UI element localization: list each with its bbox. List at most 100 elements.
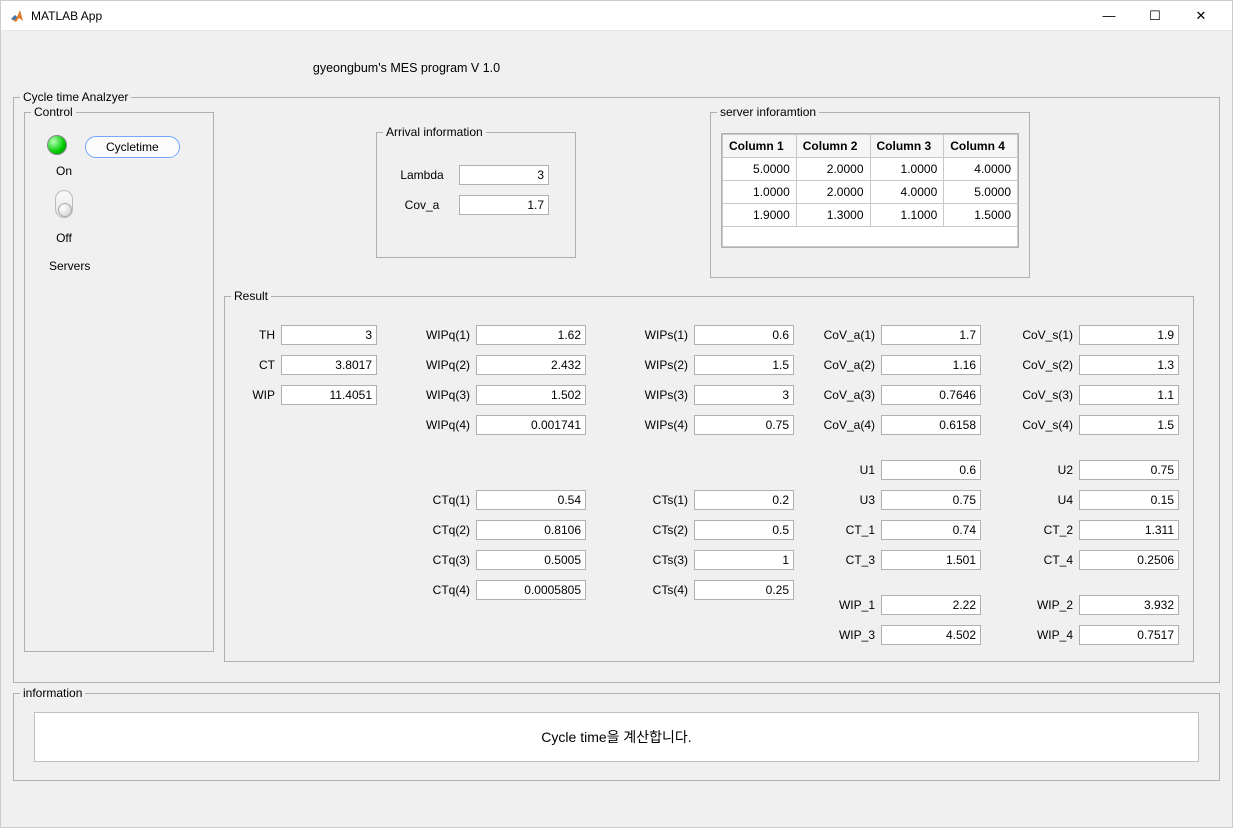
result-value[interactable]: 1.311 <box>1079 520 1179 540</box>
result-label: WIP <box>245 388 275 402</box>
result-field-wip1: WIP_12.22 <box>815 595 981 615</box>
result-label: U4 <box>1013 493 1073 507</box>
result-label: CT_4 <box>1013 553 1073 567</box>
on-label: On <box>47 164 81 178</box>
result-value[interactable]: 3 <box>281 325 377 345</box>
result-label: CT_2 <box>1013 523 1073 537</box>
lambda-input[interactable] <box>459 165 549 185</box>
table-row <box>723 227 1018 247</box>
cova-label: Cov_a <box>393 198 451 212</box>
result-value[interactable]: 1.9 <box>1079 325 1179 345</box>
result-label: WIP_4 <box>1013 628 1073 642</box>
result-value[interactable]: 0.75 <box>694 415 794 435</box>
result-value[interactable]: 2.22 <box>881 595 981 615</box>
result-value[interactable]: 1.1 <box>1079 385 1179 405</box>
result-field-ctq1: CTq(1)0.54 <box>415 490 586 510</box>
result-label: CT_3 <box>815 553 875 567</box>
result-field-u4: U4 0.15 <box>1013 490 1179 510</box>
result-value[interactable]: 1 <box>694 550 794 570</box>
result-value[interactable]: 0.8106 <box>476 520 586 540</box>
result-value[interactable]: 3.8017 <box>281 355 377 375</box>
result-value[interactable]: 0.6158 <box>881 415 981 435</box>
off-label: Off <box>47 231 81 245</box>
col-header[interactable]: Column 3 <box>870 135 944 158</box>
result-field-ctq3: CTq(3) 0.5005 <box>415 550 586 570</box>
close-button[interactable]: ✕ <box>1178 1 1224 31</box>
result-value[interactable]: 0.001741 <box>476 415 586 435</box>
result-value[interactable]: 1.3 <box>1079 355 1179 375</box>
result-value[interactable]: 1.501 <box>881 550 981 570</box>
result-value[interactable]: 0.2506 <box>1079 550 1179 570</box>
result-label: U1 <box>815 463 875 477</box>
result-field-wipq3: WIPq(3)1.502 <box>415 385 586 405</box>
result-value[interactable]: 1.7 <box>881 325 981 345</box>
result-value[interactable]: 0.15 <box>1079 490 1179 510</box>
result-value[interactable]: 0.25 <box>694 580 794 600</box>
col-header[interactable]: Column 2 <box>796 135 870 158</box>
result-field-ct: CT 3.8017 <box>245 355 377 375</box>
result-value[interactable]: 0.75 <box>1079 460 1179 480</box>
result-label: CTq(4) <box>415 583 470 597</box>
arrival-legend: Arrival information <box>383 125 486 139</box>
minimize-button[interactable]: — <box>1086 1 1132 31</box>
result-label: CT_1 <box>815 523 875 537</box>
result-value[interactable]: 0.7517 <box>1079 625 1179 645</box>
result-label: CoV_a(4) <box>815 418 875 432</box>
result-field-u2: U20.75 <box>1013 460 1179 480</box>
server-table[interactable]: Column 1 Column 2 Column 3 Column 4 5.00… <box>722 134 1018 247</box>
result-label: CTs(1) <box>633 493 688 507</box>
result-label: CoV_a(2) <box>815 358 875 372</box>
result-field-ct3: CT_3 1.501 <box>815 550 981 570</box>
cova-input[interactable] <box>459 195 549 215</box>
result-field-wips4: WIPs(4)0.75 <box>633 415 794 435</box>
result-value[interactable]: 0.6 <box>881 460 981 480</box>
result-value[interactable]: 0.7646 <box>881 385 981 405</box>
cycletime-button[interactable]: Cycletime <box>85 136 180 158</box>
result-label: CoV_s(4) <box>1013 418 1073 432</box>
result-label: CTs(4) <box>633 583 688 597</box>
result-value[interactable]: 11.4051 <box>281 385 377 405</box>
result-value[interactable]: 2.432 <box>476 355 586 375</box>
control-group: Control Cycletime On Off <box>24 112 214 652</box>
result-value[interactable]: 0.0005805 <box>476 580 586 600</box>
result-field-ct1: CT_1 0.74 <box>815 520 981 540</box>
table-row: 1.0000 2.0000 4.0000 5.0000 <box>723 181 1018 204</box>
result-value[interactable]: 1.5 <box>694 355 794 375</box>
table-row: 1.9000 1.3000 1.1000 1.5000 <box>723 204 1018 227</box>
result-value[interactable]: 0.54 <box>476 490 586 510</box>
result-label: CT <box>245 358 275 372</box>
result-label: WIPs(1) <box>633 328 688 342</box>
result-value[interactable]: 3.932 <box>1079 595 1179 615</box>
result-value[interactable]: 0.2 <box>694 490 794 510</box>
result-value[interactable]: 1.62 <box>476 325 586 345</box>
result-label: WIPq(1) <box>415 328 470 342</box>
result-value[interactable]: 4.502 <box>881 625 981 645</box>
result-value[interactable]: 1.5 <box>1079 415 1179 435</box>
result-value[interactable]: 0.5 <box>694 520 794 540</box>
result-label: WIP_2 <box>1013 598 1073 612</box>
result-value[interactable]: 0.6 <box>694 325 794 345</box>
result-label: CoV_a(1) <box>815 328 875 342</box>
result-value[interactable]: 0.75 <box>881 490 981 510</box>
maximize-button[interactable]: ☐ <box>1132 1 1178 31</box>
content-area: gyeongbum's MES program V 1.0 Cycle time… <box>1 31 1232 803</box>
result-value[interactable]: 1.16 <box>881 355 981 375</box>
col-header[interactable]: Column 4 <box>944 135 1018 158</box>
result-label: CTq(3) <box>415 553 470 567</box>
result-field-cova2: CoV_a(2) 1.16 <box>815 355 981 375</box>
result-value[interactable]: 1.502 <box>476 385 586 405</box>
toggle-switch[interactable] <box>55 190 73 218</box>
result-value[interactable]: 0.5005 <box>476 550 586 570</box>
result-field-cts3: CTs(3)1 <box>633 550 794 570</box>
result-value[interactable]: 3 <box>694 385 794 405</box>
lambda-label: Lambda <box>393 168 451 182</box>
result-value[interactable]: 0.74 <box>881 520 981 540</box>
result-field-u1: U1 0.6 <box>815 460 981 480</box>
result-label: WIPs(3) <box>633 388 688 402</box>
result-field-wipq2: WIPq(2) 2.432 <box>415 355 586 375</box>
col-header[interactable]: Column 1 <box>723 135 797 158</box>
information-group: information Cycle time을 계산합니다. <box>13 693 1220 781</box>
result-label: WIPq(2) <box>415 358 470 372</box>
arrival-group: Arrival information Lambda Cov_a <box>376 132 576 258</box>
result-label: CoV_a(3) <box>815 388 875 402</box>
